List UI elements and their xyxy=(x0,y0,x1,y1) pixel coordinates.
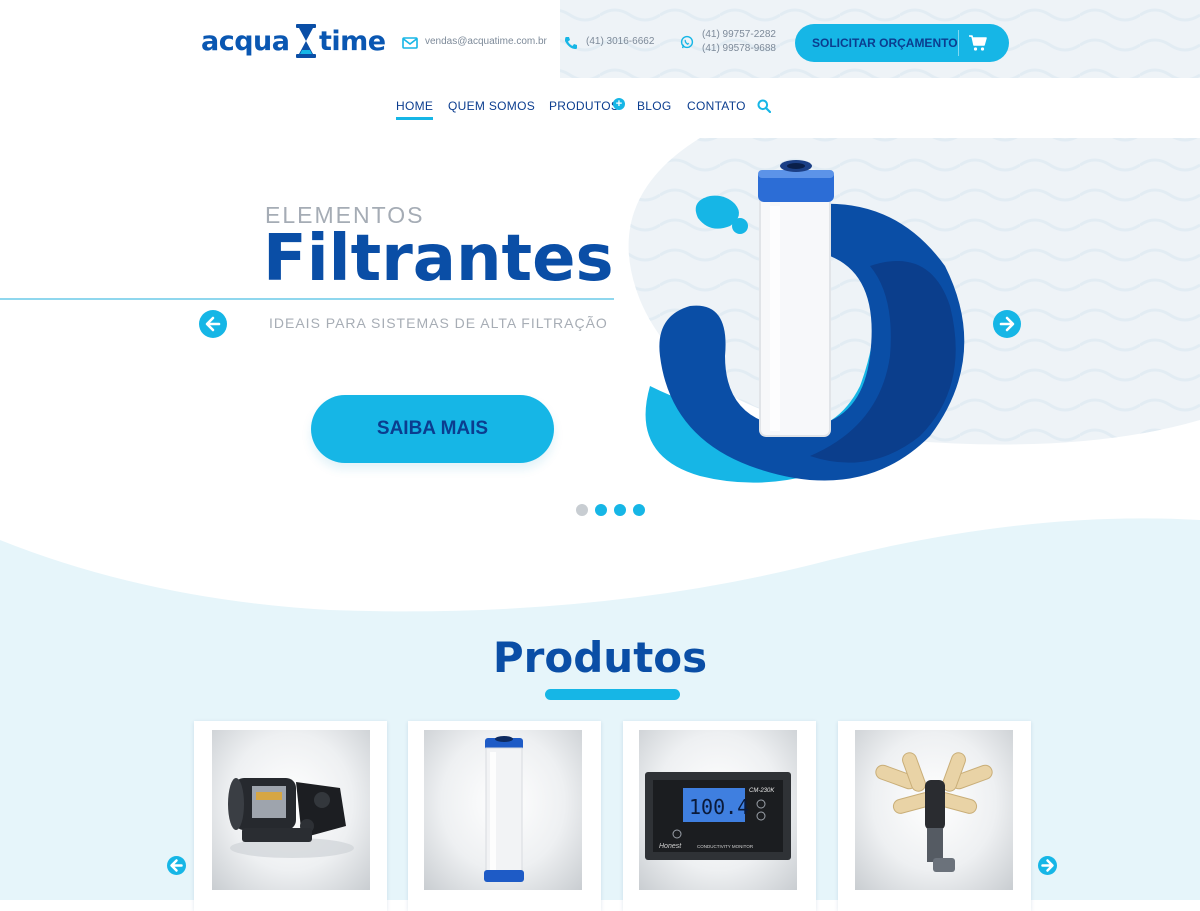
slider-prev-button[interactable] xyxy=(199,310,227,338)
nav-quem-somos[interactable]: QUEM SOMOS xyxy=(448,99,535,113)
envelope-icon xyxy=(402,37,418,49)
product-card-conductivity-monitor[interactable]: 100.4 CM-230K Honest CONDUCTIVITY MONITO… xyxy=(623,721,816,911)
product-image xyxy=(855,730,1013,890)
plus-icon[interactable]: + xyxy=(613,98,625,110)
product-card-nozzle-distributor[interactable] xyxy=(838,721,1031,911)
nav-produtos[interactable]: PRODUTOS xyxy=(549,99,619,113)
request-quote-label: SOLICITAR ORÇAMENTO xyxy=(812,36,958,50)
whatsapp-number-1: (41) 99757-2282 xyxy=(702,29,776,40)
saiba-mais-button[interactable]: SAIBA MAIS xyxy=(311,395,554,463)
product-card-filter-cartridge[interactable] xyxy=(408,721,601,911)
products-next-button[interactable] xyxy=(1038,856,1057,875)
contact-phone[interactable]: (41) 3016-6662 xyxy=(563,36,654,50)
filter-cartridge-illustration xyxy=(645,160,965,483)
request-quote-button[interactable]: SOLICITAR ORÇAMENTO xyxy=(795,24,1009,62)
button-divider xyxy=(958,30,959,56)
arrow-right-icon xyxy=(999,316,1015,332)
phone-text: (41) 3016-6662 xyxy=(586,36,655,47)
cart-icon xyxy=(969,35,987,51)
monitor-model: CM-230K xyxy=(749,788,775,794)
contact-whatsapp[interactable]: (41) 99757-2282 (41) 99578-9688 xyxy=(679,28,776,56)
email-text: vendas@acquatime.com.br xyxy=(425,36,547,47)
contact-email[interactable]: vendas@acquatime.com.br xyxy=(402,36,547,50)
filter-cartridge-image xyxy=(484,736,524,882)
arrow-left-icon xyxy=(170,859,183,872)
whatsapp-icon xyxy=(680,35,694,49)
products-heading-bar xyxy=(545,689,680,700)
slider-dot-3[interactable] xyxy=(614,504,626,516)
nozzle-distributor-image xyxy=(875,752,993,872)
nav-contato[interactable]: CONTATO xyxy=(687,99,746,113)
product-image xyxy=(212,730,370,890)
monitor-reading: 100.4 xyxy=(689,795,749,819)
hourglass-icon xyxy=(296,24,316,58)
slider-dots xyxy=(576,504,645,516)
hero-underline xyxy=(0,298,614,300)
product-card-booster-pump[interactable] xyxy=(194,721,387,911)
logo[interactable]: acqua time xyxy=(201,20,386,64)
arrow-left-icon xyxy=(205,316,221,332)
booster-pump-image xyxy=(228,778,354,858)
slider-dot-4[interactable] xyxy=(633,504,645,516)
slider-next-button[interactable] xyxy=(993,310,1021,338)
product-image: 100.4 CM-230K Honest CONDUCTIVITY MONITO… xyxy=(639,730,797,890)
monitor-brand: Honest xyxy=(659,843,682,850)
slider-dot-1[interactable] xyxy=(576,504,588,516)
phone-icon xyxy=(565,37,577,49)
products-heading: Produtos xyxy=(492,633,708,682)
monitor-caption: CONDUCTIVITY MONITOR xyxy=(697,844,754,849)
nav-blog[interactable]: BLOG xyxy=(637,99,672,113)
product-image xyxy=(424,730,582,890)
hero-slider: ELEMENTOS Filtrantes IDEAIS PARA SISTEMA… xyxy=(0,138,1200,538)
slider-dot-2[interactable] xyxy=(595,504,607,516)
arrow-right-icon xyxy=(1041,859,1054,872)
main-nav: HOME QUEM SOMOS PRODUTOS BLOG CONTATO xyxy=(0,96,1200,126)
hero-title: Filtrantes xyxy=(263,222,614,296)
whatsapp-numbers: (41) 99757-2282 (41) 99578-9688 xyxy=(702,28,776,56)
logo-text-acqua: acqua xyxy=(201,26,290,57)
logo-text-time: time xyxy=(319,26,386,57)
hero-subtitle: IDEAIS PARA SISTEMAS DE ALTA FILTRAÇÃO xyxy=(269,315,608,331)
conductivity-monitor-image: 100.4 CM-230K Honest CONDUCTIVITY MONITO… xyxy=(645,772,791,860)
whatsapp-number-2: (41) 99578-9688 xyxy=(702,43,776,54)
nav-home[interactable]: HOME xyxy=(396,99,434,120)
search-icon[interactable] xyxy=(757,99,771,113)
header: acqua time vendas@acquatime.com.br (41) … xyxy=(0,0,1200,80)
products-prev-button[interactable] xyxy=(167,856,186,875)
